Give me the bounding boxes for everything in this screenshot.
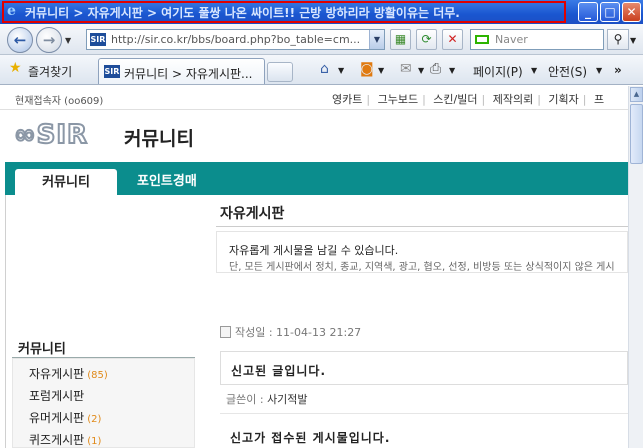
divider	[220, 413, 628, 414]
divider	[216, 226, 628, 227]
address-dropdown-icon[interactable]: ▼	[369, 30, 384, 49]
topnav-item-gnuboard[interactable]: 그누보드	[378, 93, 418, 106]
history-dropdown-icon[interactable]: ▼	[65, 36, 71, 45]
search-icon[interactable]: ⚲	[607, 29, 629, 50]
post-date: 작성일 : 11-04-13 21:27	[220, 324, 361, 340]
sidebar-item-count: (2)	[87, 414, 102, 425]
sidebar-item-forum-board[interactable]: 포럼게시판	[29, 387, 84, 404]
post-title-box: 신고된 글입니다.	[220, 351, 628, 385]
ie-logo-icon: e	[7, 3, 16, 19]
content-left-border	[5, 195, 6, 448]
main-tab-bar: 커뮤니티 포인트경매	[5, 162, 628, 196]
safety-menu[interactable]: 안전(S)	[548, 63, 587, 80]
top-info-bar: 현재접속자 (oo609) 영카트 | 그누보드 | 스킨/빌더 | 제작의뢰 | 기획…	[0, 86, 628, 110]
mail-icon[interactable]: ✉	[400, 62, 412, 76]
sidebar-item-label: 유머게시판	[29, 411, 85, 425]
compatibility-view-icon[interactable]: ▦	[390, 29, 411, 50]
refresh-icon[interactable]: ⟳	[416, 29, 437, 50]
tab-title: 커뮤니티 > 자유게시판...	[124, 67, 253, 81]
post-author-name[interactable]: 사기적발	[267, 393, 307, 406]
feeds-icon[interactable]: ◙	[360, 62, 374, 76]
safety-menu-dropdown-icon[interactable]: ▼	[596, 66, 602, 75]
sidebar-item-count: (1)	[87, 436, 102, 447]
sidebar-title: 커뮤니티	[18, 342, 66, 357]
page-menu-dropdown-icon[interactable]: ▼	[531, 66, 537, 75]
forward-button[interactable]: →	[36, 27, 62, 53]
site-logo[interactable]: ∞SIR	[13, 119, 88, 151]
post-author-label: 글쓴이 :	[226, 393, 268, 406]
scroll-up-icon[interactable]: ▲	[630, 87, 643, 102]
minimize-button[interactable]: _	[578, 2, 598, 22]
close-button[interactable]: ✕	[622, 2, 641, 22]
naver-search-provider-icon	[475, 35, 489, 44]
topnav-item-skin-builder[interactable]: 스킨/빌더	[433, 93, 477, 106]
page-title: 커뮤니티	[124, 128, 194, 150]
connected-users[interactable]: 현재접속자 (oo609)	[15, 92, 103, 107]
sidebar-item-label: 퀴즈게시판	[29, 433, 85, 447]
document-icon	[220, 326, 231, 338]
mail-dropdown-icon[interactable]: ▼	[418, 66, 424, 75]
tab-point-auction[interactable]: 포인트경매	[137, 170, 197, 189]
favorites-button[interactable]: 즐겨찾기	[28, 63, 72, 80]
top-navigation: 영카트 | 그누보드 | 스킨/빌더 | 제작의뢰 | 기획자 | 프	[332, 93, 605, 106]
home-dropdown-icon[interactable]: ▼	[338, 66, 344, 75]
maximize-button[interactable]: □	[600, 2, 620, 22]
board-description: 자유롭게 게시물을 남길 수 있습니다. 단, 모든 게시판에서 정치, 종교,…	[216, 231, 628, 273]
topnav-item-youngcart[interactable]: 영카트	[332, 93, 362, 106]
window-titlebar[interactable]: e 커뮤니티 > 자유게시판 > 여기도 풀쌍 나온 싸이트!! 근방 방하리라…	[0, 0, 643, 24]
favorites-bar: ★ 즐겨찾기 SIR 커뮤니티 > 자유게시판... ⌂ ▼ ◙ ▼ ✉ ▼ ⎙…	[0, 55, 643, 85]
home-icon[interactable]: ⌂	[320, 62, 329, 76]
topnav-item-planner[interactable]: 기획자	[548, 93, 578, 106]
post-author: 글쓴이 : 사기적발	[226, 391, 308, 407]
vertical-scrollbar[interactable]: ▲	[628, 86, 643, 448]
search-dropdown-icon[interactable]: ▼	[630, 36, 636, 45]
topnav-item-request[interactable]: 제작의뢰	[493, 93, 533, 106]
board-title: 자유게시판	[220, 206, 285, 222]
address-input[interactable]: http://sir.co.kr/bbs/board.php?bo_table=…	[111, 33, 366, 46]
page-menu[interactable]: 페이지(P)	[473, 63, 523, 80]
print-dropdown-icon[interactable]: ▼	[449, 66, 455, 75]
address-bar[interactable]: SIR http://sir.co.kr/bbs/board.php?bo_ta…	[86, 29, 385, 50]
back-button[interactable]: ←	[7, 27, 33, 53]
tab-community[interactable]: 커뮤니티	[15, 169, 117, 196]
sidebar-item-count: (85)	[87, 370, 108, 381]
sidebar: 자유게시판 (85) 포럼게시판 유머게시판 (2) 퀴즈게시판 (1)	[12, 358, 195, 448]
toolbar-chevron-icon[interactable]: »	[614, 63, 622, 77]
post-body: 신고가 접수된 게시물입니다.	[230, 431, 391, 445]
window-title: 커뮤니티 > 자유게시판 > 여기도 풀쌍 나온 싸이트!! 근방 방하리라 방…	[25, 6, 460, 20]
search-box[interactable]: Naver	[470, 29, 604, 50]
board-description-line1: 자유롭게 게시물을 남길 수 있습니다.	[229, 244, 399, 257]
web-page: 현재접속자 (oo609) 영카트 | 그누보드 | 스킨/빌더 | 제작의뢰 | 기획…	[0, 86, 628, 448]
address-toolbar: ← → ▼ SIR http://sir.co.kr/bbs/board.php…	[0, 24, 643, 55]
favorites-star-icon[interactable]: ★	[9, 61, 22, 75]
scrollbar-thumb[interactable]	[630, 104, 643, 164]
browser-tab[interactable]: SIR 커뮤니티 > 자유게시판...	[98, 58, 265, 84]
sidebar-item-humor-board[interactable]: 유머게시판 (2)	[29, 409, 101, 426]
topnav-item-more[interactable]: 프	[594, 93, 604, 106]
new-tab-button[interactable]	[267, 62, 293, 82]
sidebar-item-label: 자유게시판	[29, 367, 85, 381]
sidebar-item-quiz-board[interactable]: 퀴즈게시판 (1)	[29, 431, 101, 448]
sidebar-item-free-board[interactable]: 자유게시판 (85)	[29, 365, 108, 382]
site-favicon-icon: SIR	[90, 33, 106, 46]
board-description-line2: 단, 모든 게시판에서 정치, 종교, 지역색, 광고, 협오, 선정, 비방등…	[229, 262, 615, 273]
sidebar-item-label: 포럼게시판	[29, 389, 85, 403]
post-date-text: 작성일 : 11-04-13 21:27	[235, 326, 362, 339]
tab-favicon-icon: SIR	[104, 65, 120, 78]
search-input[interactable]: Naver	[495, 33, 528, 46]
post-title: 신고된 글입니다.	[231, 364, 327, 378]
print-icon[interactable]: ⎙	[430, 62, 441, 76]
feeds-dropdown-icon[interactable]: ▼	[378, 66, 384, 75]
stop-icon[interactable]: ✕	[442, 29, 463, 50]
